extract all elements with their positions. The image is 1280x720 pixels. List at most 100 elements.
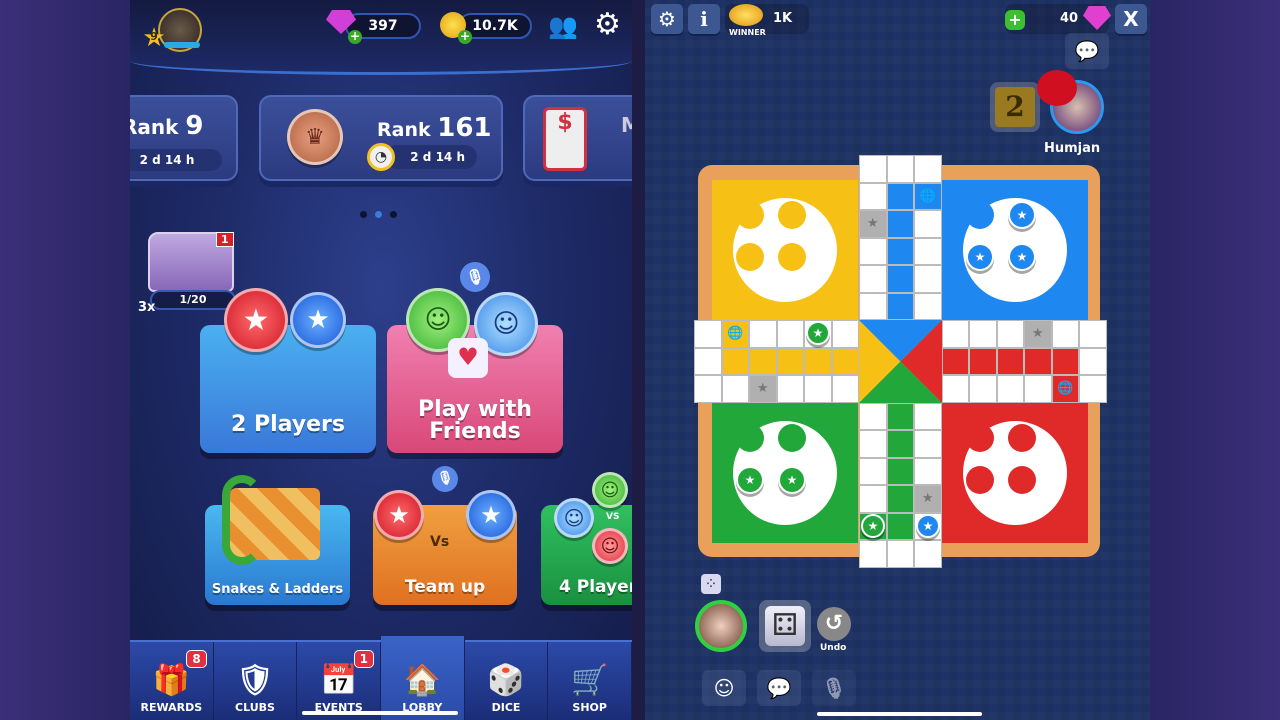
- add-gems-button[interactable]: +: [1005, 10, 1025, 30]
- gems-value: 40: [1060, 11, 1079, 26]
- green-piece[interactable]: ★: [778, 466, 806, 494]
- track-cell: [831, 375, 859, 403]
- red-track-cell: [969, 347, 997, 375]
- track-cell: [1079, 320, 1107, 348]
- rank-label: M: [621, 113, 632, 137]
- mic-button[interactable]: 🎙: [812, 670, 856, 706]
- green-smiley-token-icon: ☺: [592, 472, 628, 508]
- nav-events[interactable]: 📅 EVENTS 1: [297, 642, 382, 720]
- carousel-dot-active[interactable]: [375, 211, 382, 218]
- track-cell: [859, 182, 887, 210]
- rank-card-prev[interactable]: Rank 9 2 d 14 h: [130, 95, 238, 181]
- player-dice[interactable]: ⚃: [765, 606, 805, 646]
- carousel-dot[interactable]: [390, 211, 397, 218]
- track-cell: [941, 375, 969, 403]
- mode-2-players[interactable]: 2 Players: [200, 325, 376, 453]
- friends-icon[interactable]: 👥: [548, 12, 578, 40]
- green-track-cell: [886, 485, 914, 513]
- track-cell: [914, 430, 942, 458]
- coins-value: 10.7K: [472, 18, 518, 34]
- shield-icon: 🛡: [235, 663, 275, 698]
- track-cell: [859, 430, 887, 458]
- safe-star-cell: ★: [749, 375, 777, 403]
- home-indicator: [302, 711, 458, 715]
- blue-piece[interactable]: ★: [1008, 201, 1036, 229]
- mode-label: Snakes & Ladders: [211, 582, 344, 597]
- safe-star-cell: ★: [859, 210, 887, 238]
- green-piece[interactable]: ★: [736, 466, 764, 494]
- green-track-cell: [886, 430, 914, 458]
- rank-card-next[interactable]: $ M: [523, 95, 632, 181]
- safe-icon: $: [543, 107, 587, 171]
- yellow-empty-slot: [778, 243, 806, 271]
- red-track-cell: [1051, 347, 1079, 375]
- blue-piece[interactable]: ★: [966, 243, 994, 271]
- safe-star-cell: ★: [914, 485, 942, 513]
- nav-clubs[interactable]: 🛡 CLUBS: [214, 642, 298, 720]
- track-cell: [859, 402, 887, 430]
- opponent-name: Humjan: [1044, 141, 1101, 156]
- nav-lobby[interactable]: 🏠 LOBBY: [381, 636, 465, 720]
- green-track-cell: [886, 512, 914, 540]
- rank-card-current[interactable]: ♛ Rank 161 2 d 14 h ◔: [259, 95, 503, 181]
- blue-token-icon: ★: [290, 292, 346, 348]
- game-screen: ⚙ i WINNER 1K + 40 X 💬 2 Humjan 🌐★🌐★★🌐★🌐…: [645, 0, 1150, 720]
- track-cell: [914, 402, 942, 430]
- close-button[interactable]: X: [1115, 4, 1147, 34]
- add-coins-icon[interactable]: +: [458, 30, 472, 44]
- track-cell: [1024, 375, 1052, 403]
- track-cell: [859, 155, 887, 183]
- green-piece[interactable]: ★: [861, 513, 885, 538]
- track-cell: [1079, 375, 1107, 403]
- gems-value: 397: [368, 18, 398, 34]
- player-avatar[interactable]: [695, 600, 747, 652]
- green-piece[interactable]: ★: [806, 321, 830, 345]
- chest-multiplier: 3x: [138, 300, 156, 315]
- chat-button[interactable]: 💬: [757, 670, 801, 706]
- mode-label: Team up: [404, 577, 486, 597]
- winner-label: WINNER: [729, 28, 766, 37]
- speech-bubble-icon: 💬: [1074, 39, 1100, 63]
- blue-piece[interactable]: ★: [1008, 243, 1036, 271]
- undo-button[interactable]: ↺: [817, 607, 851, 641]
- track-cell: [859, 265, 887, 293]
- emoji-button[interactable]: ☺: [702, 670, 746, 706]
- safe-star-cell: ★: [1024, 320, 1052, 348]
- bottom-nav: 🎁 REWARDS 8 🛡 CLUBS 📅 EVENTS 1 🏠 LOBBY 🎲 DICE 🛒…: [130, 636, 632, 720]
- blue-track-cell: [886, 265, 914, 293]
- coin-stack-icon: [729, 4, 763, 26]
- red-track-cell: [1024, 347, 1052, 375]
- gear-icon[interactable]: ⚙: [594, 10, 621, 40]
- track-cell: [969, 375, 997, 403]
- blue-track-cell: [886, 292, 914, 320]
- track-cell: [1051, 320, 1079, 348]
- nav-shop[interactable]: 🛒 SHOP: [548, 642, 632, 720]
- nav-dice[interactable]: 🎲 DICE: [465, 642, 549, 720]
- track-cell: [694, 375, 722, 403]
- add-gems-icon[interactable]: +: [348, 30, 362, 44]
- track-cell: [914, 210, 942, 238]
- green-track-cell: [886, 402, 914, 430]
- yellow-empty-slot: [778, 201, 806, 229]
- home-center: [859, 320, 942, 403]
- info-button[interactable]: i: [688, 4, 720, 34]
- yellow-track-cell: [804, 347, 832, 375]
- green-empty-slot: [778, 424, 806, 452]
- track-cell: [996, 320, 1024, 348]
- red-track-cell: [941, 347, 969, 375]
- blue-track-cell: [886, 210, 914, 238]
- yellow-start-globe-cell: 🌐: [721, 320, 749, 348]
- opponent-chat-button[interactable]: 💬: [1065, 33, 1109, 69]
- nav-label: DICE: [491, 701, 521, 714]
- carousel-dot[interactable]: [360, 211, 367, 218]
- track-cell: [859, 292, 887, 320]
- blue-piece[interactable]: ★: [916, 513, 940, 538]
- track-cell: [886, 540, 914, 568]
- blue-token-icon: ★: [466, 490, 516, 540]
- heart-dice-icon: ♥: [448, 338, 488, 378]
- nav-rewards[interactable]: 🎁 REWARDS 8: [130, 642, 214, 720]
- settings-button[interactable]: ⚙: [651, 4, 683, 34]
- rank-timer: 2 d 14 h: [130, 149, 222, 171]
- chest-badge: 1: [216, 232, 234, 247]
- track-cell: [941, 320, 969, 348]
